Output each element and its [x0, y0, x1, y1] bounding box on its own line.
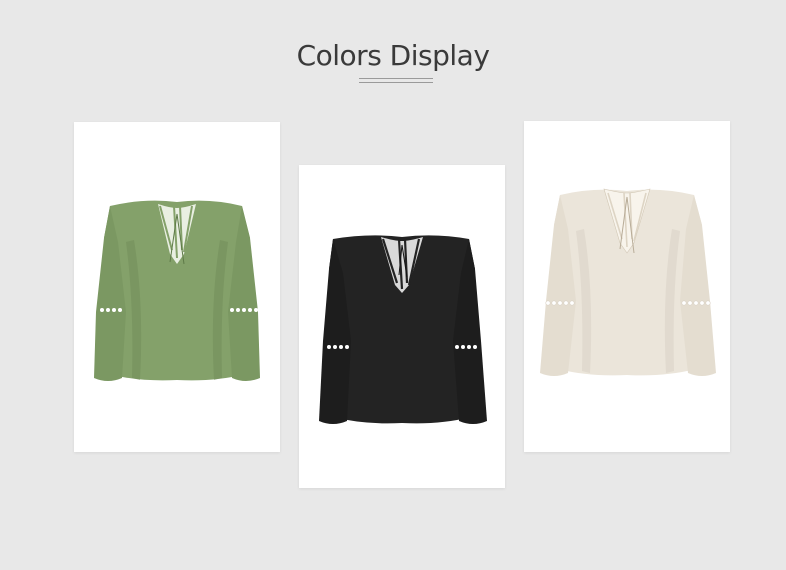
blouse-image-beige	[540, 188, 716, 376]
section-title: Colors Display	[296, 39, 490, 72]
title-underline-top	[359, 78, 433, 79]
blouse-image-green	[94, 200, 260, 381]
product-card-beige[interactable]	[524, 121, 730, 452]
product-card-green[interactable]	[74, 122, 280, 452]
blouse-image-black	[319, 235, 487, 424]
product-card-black[interactable]	[299, 165, 505, 488]
title-underline-bottom	[359, 82, 433, 83]
